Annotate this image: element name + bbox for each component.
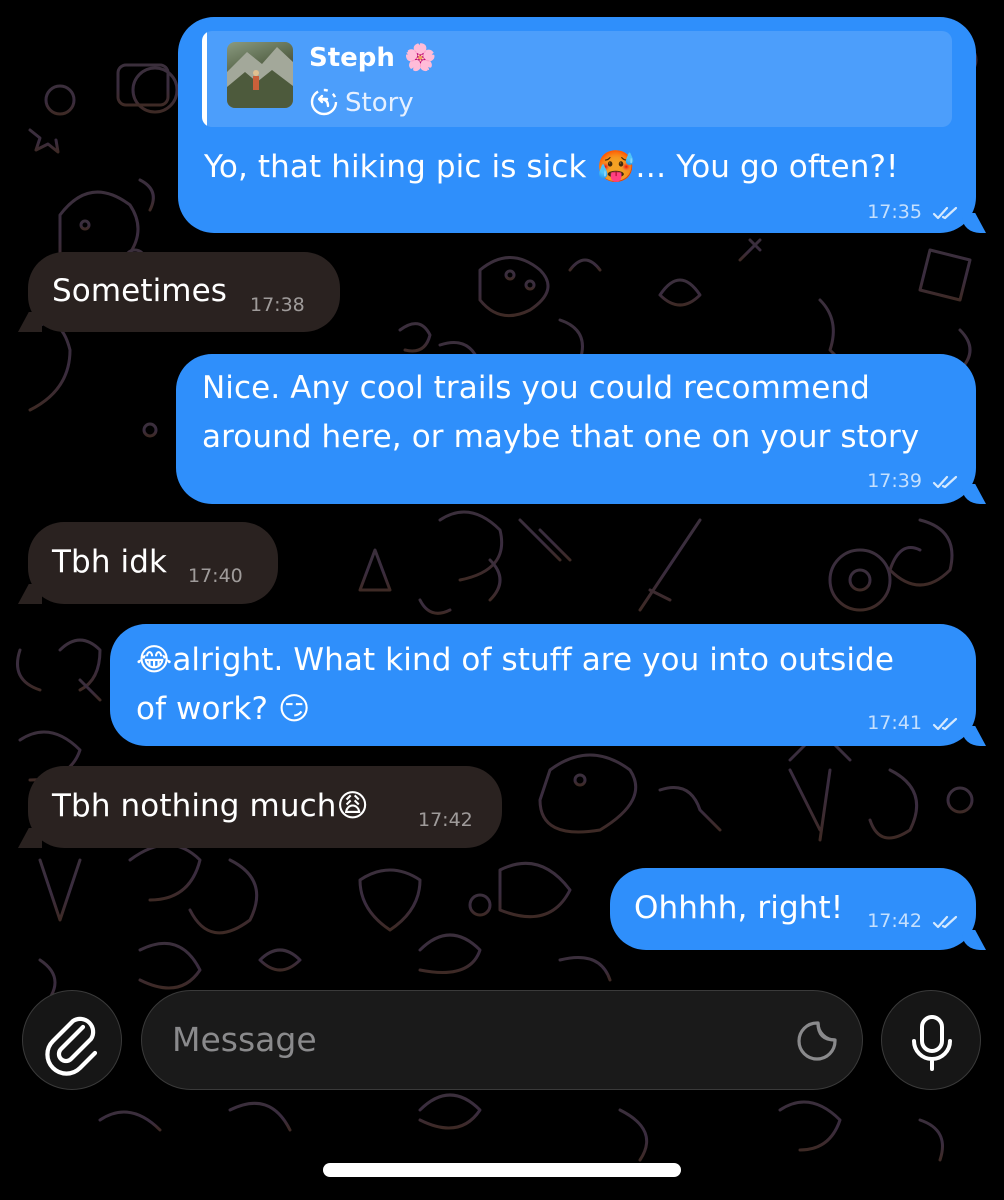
message-time: 17:41 — [867, 712, 922, 734]
message-time: 17:39 — [867, 470, 922, 492]
attach-button[interactable] — [22, 990, 122, 1090]
message-bubble-outgoing[interactable]: Steph 🌸 Story Yo, that hiking pic is sic… — [178, 17, 976, 233]
sticker-icon[interactable] — [794, 1018, 840, 1064]
message-text: Nice. Any cool trails you could recommen… — [202, 364, 919, 462]
message-bubble-incoming[interactable]: Tbh nothing much😩 17:42 — [28, 766, 502, 848]
home-indicator — [323, 1163, 681, 1177]
message-bubble-incoming[interactable]: Tbh idk 17:40 — [28, 522, 278, 604]
message-text: Sometimes — [52, 273, 228, 309]
story-thumbnail-image — [227, 47, 293, 108]
double-check-icon — [932, 206, 958, 219]
message-meta: 17:42 — [867, 910, 960, 932]
double-check-icon — [932, 717, 958, 730]
message-line: Nice. Any cool trails you could recommen… — [202, 370, 870, 406]
message-text: Tbh idk — [52, 544, 168, 580]
microphone-button[interactable] — [881, 990, 981, 1090]
message-bubble-outgoing[interactable]: Ohhhh, right! 17:42 — [610, 868, 976, 950]
double-check-icon — [932, 915, 958, 928]
story-reply-preview[interactable]: Steph 🌸 Story — [202, 31, 952, 127]
message-meta: 17:35 — [867, 201, 960, 223]
reply-accent-bar — [202, 31, 207, 127]
message-text: Ohhhh, right! — [634, 890, 844, 926]
paperclip-icon — [45, 1016, 98, 1076]
message-text: 😂alright. What kind of stuff are you int… — [136, 636, 894, 734]
message-line: of work? 😏 — [136, 691, 311, 727]
story-thumbnail — [227, 42, 293, 108]
message-meta: 17:41 — [867, 712, 960, 734]
message-line: 😂alright. What kind of stuff are you int… — [136, 642, 895, 678]
message-time: 17:40 — [188, 565, 243, 587]
story-reply-icon — [310, 88, 338, 116]
message-bubble-outgoing[interactable]: Nice. Any cool trails you could recommen… — [176, 354, 976, 504]
message-time: 17:38 — [250, 294, 305, 316]
message-line: around here, or maybe that one on your s… — [202, 419, 920, 455]
message-time: 17:42 — [867, 910, 922, 932]
message-time: 17:35 — [867, 201, 922, 223]
message-placeholder: Message — [172, 1020, 317, 1059]
reply-sender-name: Steph 🌸 — [309, 43, 437, 73]
message-text: Tbh nothing much😩 — [52, 788, 369, 824]
message-time: 17:42 — [418, 809, 473, 831]
microphone-icon — [912, 1015, 952, 1071]
reply-type: Story — [309, 87, 414, 118]
message-meta: 17:39 — [867, 470, 960, 492]
message-bubble-outgoing[interactable]: 😂alright. What kind of stuff are you int… — [110, 624, 976, 746]
message-bubble-incoming[interactable]: Sometimes 17:38 — [28, 252, 340, 332]
message-input[interactable]: Message — [141, 990, 863, 1090]
double-check-icon — [932, 475, 958, 488]
message-text: Yo, that hiking pic is sick 🥵… You go of… — [204, 149, 899, 185]
